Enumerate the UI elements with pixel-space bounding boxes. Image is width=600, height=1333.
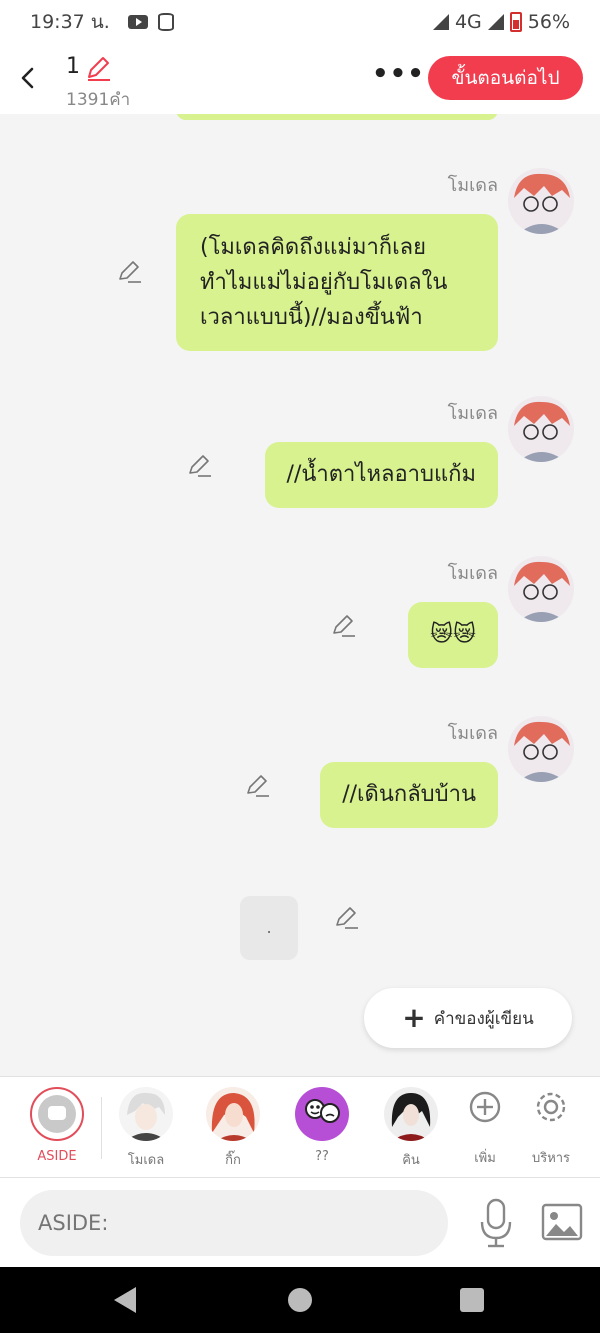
- nav-recent-icon[interactable]: [460, 1288, 484, 1312]
- back-icon[interactable]: [12, 62, 44, 94]
- settings-icon: [536, 1092, 566, 1122]
- edit-icon[interactable]: [244, 772, 270, 798]
- word-count: 1391คำ: [66, 90, 131, 110]
- input-bar: [0, 1178, 600, 1267]
- nav-back-icon[interactable]: [114, 1287, 136, 1313]
- message-bubble[interactable]: //เดินกลับบ้าน: [320, 762, 498, 828]
- nav-home-icon[interactable]: [288, 1288, 312, 1312]
- message-bubble[interactable]: //น้ำตาไหลอาบแก้ม: [264, 442, 498, 508]
- network-type: 4G: [454, 11, 482, 33]
- speaker-name: โมเดล: [447, 723, 498, 744]
- message-line: (โมเดลคิดถึงแม่มาก็เลย: [200, 235, 427, 260]
- avatar: [384, 1087, 438, 1141]
- app-header: 1 1391คำ ••• ขั้นตอนต่อไป: [0, 44, 600, 114]
- character-model[interactable]: โมเดล: [111, 1087, 181, 1170]
- avatar: [295, 1087, 349, 1141]
- character-label: โมเดล: [127, 1153, 165, 1168]
- status-time: 19:37 น.: [30, 11, 110, 33]
- edit-icon[interactable]: [330, 612, 356, 638]
- avatar[interactable]: [508, 556, 574, 622]
- chat-area[interactable]: โมเดล (โมเดลคิดถึงแม่มาก็เลย ทำไมแม่ไม่อ…: [0, 114, 600, 1076]
- message-line: เวลาแบบนี้)//มองขึ้นฟ้า: [200, 305, 423, 330]
- character-aside[interactable]: ASIDE: [22, 1087, 92, 1164]
- message-bubble[interactable]: 😿😿: [408, 602, 498, 668]
- author-note-button[interactable]: + คำของผู้เขียน: [364, 988, 572, 1048]
- edit-icon[interactable]: [186, 452, 212, 478]
- character-bar: ASIDE โมเดล กิ๊ก ?? คิน เพิ่ม บริหาร: [0, 1076, 600, 1178]
- image-icon[interactable]: [540, 1200, 584, 1244]
- add-circle-icon: [469, 1091, 501, 1123]
- message-bubble[interactable]: (โมเดลคิดถึงแม่มาก็เลย ทำไมแม่ไม่อยู่กับ…: [176, 214, 498, 351]
- avatar: [119, 1087, 173, 1141]
- avatar[interactable]: [508, 396, 574, 462]
- message-input[interactable]: [20, 1190, 448, 1256]
- battery-percent: 56%: [527, 11, 570, 33]
- avatar: [206, 1087, 260, 1141]
- system-nav-bar: [0, 1267, 600, 1333]
- character-kin[interactable]: คิน: [376, 1087, 446, 1170]
- character-kik[interactable]: กิ๊ก: [198, 1087, 268, 1170]
- narration-bubble[interactable]: .: [240, 896, 298, 960]
- speaker-name: โมเดล: [447, 563, 498, 584]
- chapter-number: 1: [66, 54, 80, 79]
- character-label: ASIDE: [37, 1149, 77, 1164]
- signal-icon-2: [487, 14, 504, 30]
- mic-icon[interactable]: [476, 1196, 516, 1250]
- character-label: บริหาร: [531, 1151, 571, 1166]
- manage-button[interactable]: บริหาร: [516, 1087, 586, 1168]
- pencil-icon[interactable]: [84, 54, 112, 82]
- edit-icon[interactable]: [333, 904, 359, 930]
- author-note-label: คำของผู้เขียน: [433, 1008, 534, 1029]
- next-step-button[interactable]: ขั้นตอนต่อไป: [428, 56, 583, 100]
- avatar[interactable]: [508, 716, 574, 782]
- add-character-button[interactable]: เพิ่ม: [450, 1087, 520, 1168]
- character-label: ??: [315, 1149, 329, 1164]
- speaker-name: โมเดล: [447, 175, 498, 196]
- message-line: ทำไมแม่ไม่อยู่กับโมเดลใน: [200, 270, 448, 295]
- status-bar: 19:37 น. 4G 56%: [0, 0, 600, 44]
- edit-icon[interactable]: [116, 258, 142, 284]
- speaker-name: โมเดล: [447, 403, 498, 424]
- youtube-icon: [127, 15, 148, 29]
- character-label: เพิ่ม: [474, 1151, 496, 1166]
- plus-icon: +: [402, 1001, 426, 1034]
- aside-icon: [30, 1087, 84, 1141]
- character-label: คิน: [402, 1153, 420, 1168]
- character-label: กิ๊ก: [225, 1153, 241, 1168]
- battery-icon: [509, 12, 522, 32]
- divider: [101, 1097, 102, 1159]
- storage-icon: [157, 13, 174, 31]
- more-icon[interactable]: •••: [372, 61, 424, 92]
- avatar[interactable]: [508, 168, 574, 234]
- signal-icon: [432, 14, 449, 30]
- previous-message-bubble[interactable]: [176, 114, 498, 120]
- character-unknown[interactable]: ??: [287, 1087, 357, 1164]
